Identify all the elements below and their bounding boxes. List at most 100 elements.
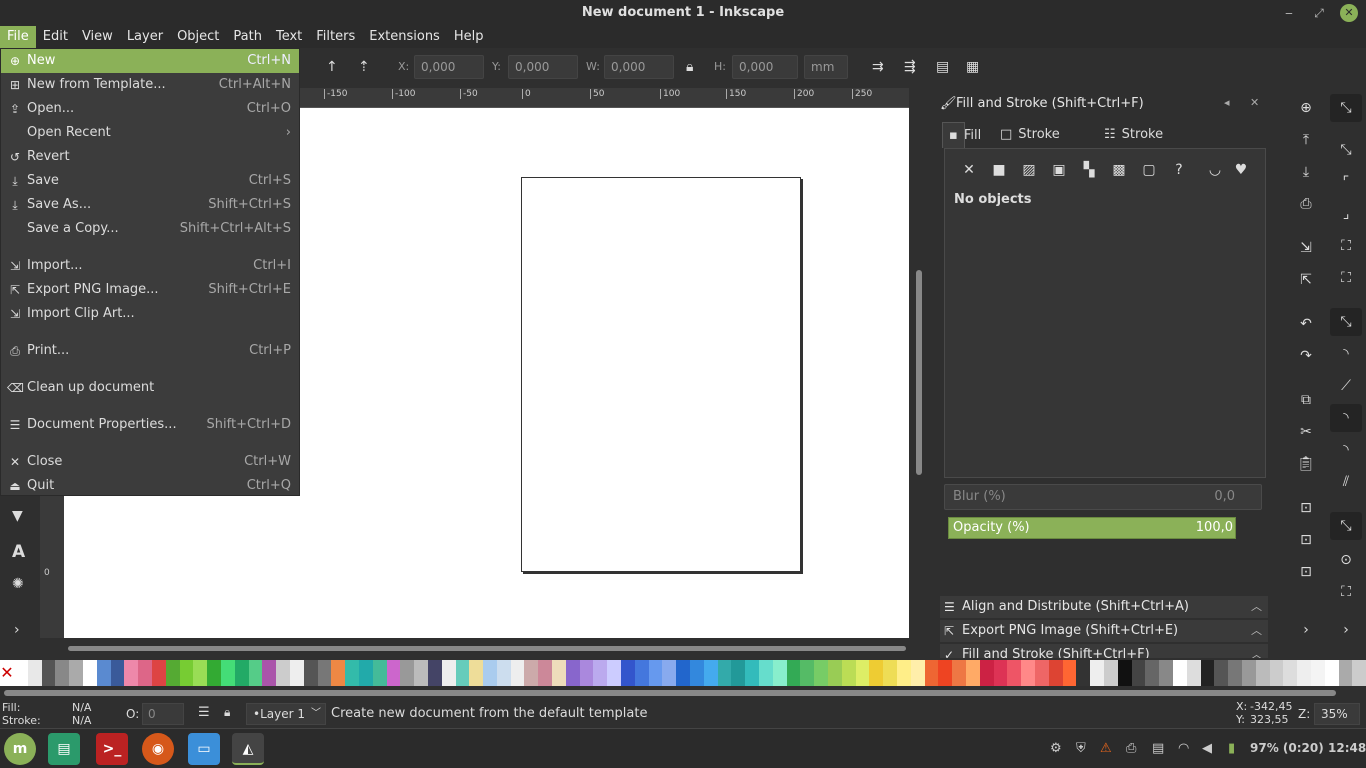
- zoom-selection-icon[interactable]: ⊡: [1286, 496, 1326, 520]
- palette-swatch[interactable]: [1021, 660, 1035, 686]
- pattern-icon[interactable]: ▩: [1108, 159, 1130, 181]
- palette-swatch[interactable]: [276, 660, 290, 686]
- snap-path-icon[interactable]: ◝: [1330, 340, 1362, 368]
- palette-swatch[interactable]: [1269, 660, 1284, 686]
- palette-swatch[interactable]: [828, 660, 842, 686]
- flat-color-icon[interactable]: ■: [988, 159, 1010, 181]
- palette-swatch[interactable]: [358, 660, 373, 686]
- palette-swatch[interactable]: [386, 660, 401, 686]
- palette-swatch[interactable]: [234, 660, 249, 686]
- snap-midpoint-icon[interactable]: ⫽: [1330, 468, 1362, 496]
- menu-item-revert[interactable]: ↺ Revert: [1, 145, 299, 169]
- snap-bbox-midpoint-icon[interactable]: ⛶: [1330, 232, 1362, 260]
- palette-swatch[interactable]: [1228, 660, 1242, 686]
- palette-swatch[interactable]: [179, 660, 194, 686]
- palette-swatch[interactable]: [772, 660, 787, 686]
- palette-swatch[interactable]: [289, 660, 304, 686]
- chevron-up-icon[interactable]: ︿: [1251, 620, 1262, 642]
- panel-close-icon[interactable]: ✕: [1250, 96, 1259, 109]
- h-input[interactable]: 0,000: [732, 55, 798, 79]
- x-input[interactable]: 0,000: [414, 55, 484, 79]
- snap-nodes-icon[interactable]: ⤡: [1330, 308, 1362, 336]
- document-page[interactable]: [521, 177, 801, 572]
- menu-object[interactable]: Object: [170, 26, 226, 48]
- spray-tool-icon[interactable]: ✺: [12, 576, 24, 592]
- menu-layer[interactable]: Layer: [120, 26, 170, 48]
- menu-item-open[interactable]: ⇪ Open... Ctrl+O: [1, 97, 299, 121]
- battery-icon[interactable]: ▮: [1228, 741, 1235, 756]
- inkscape-taskbar-icon[interactable]: ◭: [232, 733, 264, 765]
- palette-swatch[interactable]: [138, 660, 152, 686]
- palette-swatch[interactable]: [151, 660, 166, 686]
- move-patterns-icon[interactable]: ▦: [966, 59, 979, 75]
- chevron-up-icon[interactable]: ︿: [1251, 596, 1262, 618]
- palette-swatch[interactable]: [1352, 660, 1366, 686]
- warning-icon[interactable]: ⚠: [1100, 741, 1112, 756]
- lock-icon[interactable]: 🔒︎: [686, 59, 693, 75]
- fill-rule-nonzero-icon[interactable]: ♥: [1230, 159, 1252, 181]
- palette-swatch[interactable]: [41, 660, 56, 686]
- palette-swatch[interactable]: [1076, 660, 1091, 686]
- copy-icon[interactable]: ⧉: [1286, 388, 1326, 412]
- text-tool-icon[interactable]: A: [12, 542, 25, 562]
- palette-swatch[interactable]: [690, 660, 704, 686]
- menu-item-open-recent[interactable]: Open Recent ›: [1, 121, 299, 145]
- palette-swatch[interactable]: [924, 660, 939, 686]
- palette-swatch[interactable]: [248, 660, 263, 686]
- menu-item-new-from-template[interactable]: ⊞ New from Template... Ctrl+Alt+N: [1, 73, 299, 97]
- palette-swatch[interactable]: [124, 660, 139, 686]
- y-input[interactable]: 0,000: [508, 55, 578, 79]
- palette-swatch[interactable]: [469, 660, 484, 686]
- palette-swatch[interactable]: [869, 660, 884, 686]
- palette-swatch[interactable]: [496, 660, 511, 686]
- palette-swatch[interactable]: [1338, 660, 1353, 686]
- palette-swatch[interactable]: [165, 660, 180, 686]
- palette-swatch[interactable]: [965, 660, 980, 686]
- palette-swatch[interactable]: [1324, 660, 1339, 686]
- stroke-indicator-value[interactable]: N/A: [72, 714, 91, 727]
- scale-corners-icon[interactable]: ⇶: [904, 59, 916, 75]
- palette-swatch[interactable]: [1034, 660, 1049, 686]
- clipboard-tray-icon[interactable]: ▤: [1152, 741, 1164, 756]
- dock-export-png[interactable]: ⇱ Export PNG Image (Shift+Ctrl+E) ︿: [940, 620, 1268, 642]
- tab-stroke-style[interactable]: ☷ Stroke style: [1098, 122, 1163, 168]
- files-icon[interactable]: ▭: [188, 733, 220, 765]
- snap-cusp-icon[interactable]: ◝: [1330, 404, 1362, 432]
- terminal-icon[interactable]: >_: [96, 733, 128, 765]
- palette-swatch[interactable]: [676, 660, 691, 686]
- print-icon[interactable]: ⎙: [1286, 192, 1326, 216]
- palette-swatch[interactable]: [979, 660, 994, 686]
- paste-icon[interactable]: 📋︎: [1286, 452, 1326, 476]
- export-icon[interactable]: ⇱: [1286, 268, 1326, 292]
- palette-swatch[interactable]: [207, 660, 221, 686]
- palette-swatch[interactable]: [1241, 660, 1256, 686]
- layer-select[interactable]: •Layer 1 ﹀: [246, 703, 326, 725]
- menu-path[interactable]: Path: [226, 26, 269, 48]
- snap-others-icon[interactable]: ⤡: [1330, 512, 1362, 540]
- new-document-icon[interactable]: ⊕: [1286, 96, 1326, 120]
- snap-object-center-icon[interactable]: ⊙: [1330, 546, 1362, 574]
- scale-stroke-icon[interactable]: ⇉: [872, 59, 884, 75]
- horizontal-scrollbar[interactable]: [64, 642, 909, 654]
- wifi-icon[interactable]: ◠: [1178, 741, 1189, 756]
- menu-file[interactable]: File: [0, 26, 36, 48]
- palette-swatch[interactable]: [1145, 660, 1160, 686]
- palette-swatch[interactable]: [331, 660, 346, 686]
- chevron-up-icon[interactable]: ︿: [1251, 644, 1262, 658]
- palette-swatch[interactable]: [1200, 660, 1215, 686]
- palette-swatch[interactable]: [27, 660, 42, 686]
- palette-swatch[interactable]: [303, 660, 318, 686]
- palette-swatch[interactable]: [441, 660, 456, 686]
- commands-more-icon[interactable]: ›: [1286, 618, 1326, 642]
- palette-swatch[interactable]: [1214, 660, 1229, 686]
- raise-to-top-icon[interactable]: ⇡: [358, 59, 370, 75]
- palette-swatch[interactable]: [1007, 660, 1022, 686]
- printer-tray-icon[interactable]: ⎙: [1126, 741, 1136, 756]
- palette-swatch[interactable]: [745, 660, 760, 686]
- palette-swatch[interactable]: [317, 660, 332, 686]
- no-paint-icon[interactable]: ✕: [958, 159, 980, 181]
- snap-bbox-edge-icon[interactable]: ⌜: [1330, 168, 1362, 196]
- zoom-input[interactable]: 35%: [1314, 703, 1360, 725]
- palette-swatch[interactable]: [110, 660, 125, 686]
- palette-swatch[interactable]: [607, 660, 622, 686]
